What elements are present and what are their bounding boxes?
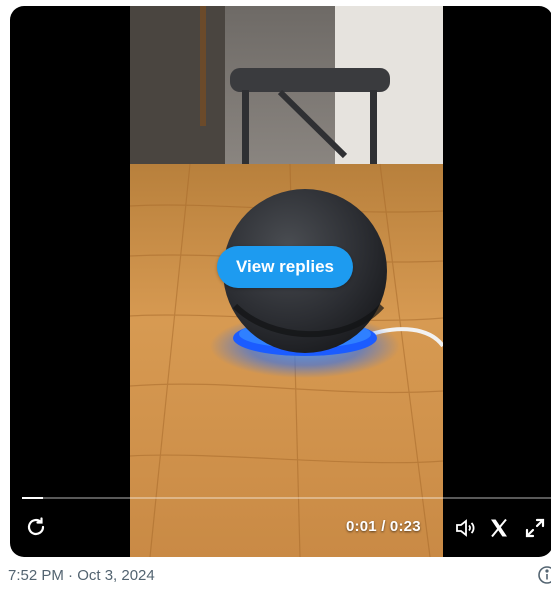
x-icon[interactable]	[487, 516, 511, 540]
view-replies-button[interactable]: View replies	[217, 246, 353, 288]
video-player[interactable]: View replies 0:01 / 0:23	[10, 6, 551, 557]
progress-bar[interactable]	[22, 497, 551, 499]
time-display: 0:01 / 0:23	[346, 518, 421, 535]
info-icon[interactable]	[537, 565, 551, 585]
replay-icon[interactable]	[24, 515, 48, 539]
speaker-icon[interactable]	[453, 516, 477, 540]
player-controls: 0:01 / 0:23	[10, 501, 551, 557]
post-timestamp[interactable]: 7:52 PM · Oct 3, 2024	[8, 567, 155, 584]
progress-bar-fill	[22, 497, 44, 499]
fullscreen-icon[interactable]	[523, 516, 547, 540]
